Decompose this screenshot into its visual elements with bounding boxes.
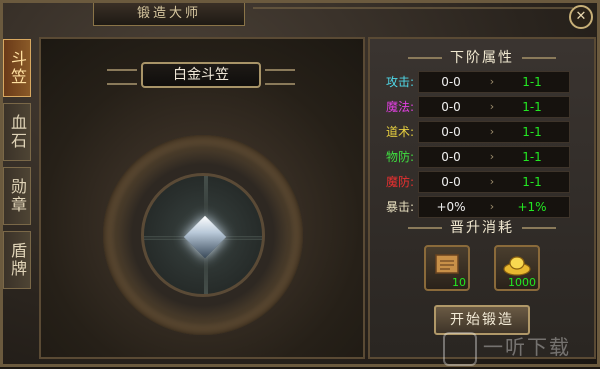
attributes-panel: 下阶属性 攻击: 0-0 › 1-1 魔法: 0-0 › 1-1 道术: 0-0 › 1-1 物防: 0-…: [368, 37, 596, 359]
attr-row: 物防: 0-0 › 1-1: [378, 146, 592, 168]
attr-next: 1-1: [522, 175, 542, 189]
cost-slot-scroll[interactable]: 10: [424, 245, 470, 291]
cost-qty-gold: 1000: [508, 276, 536, 289]
watermark-logo-icon: [443, 331, 477, 366]
cost-qty-scroll: 10: [452, 276, 466, 289]
attr-current: 0-0: [441, 75, 461, 89]
plate-wing-right: [265, 69, 295, 85]
cost-slot-gold[interactable]: 1000: [494, 245, 540, 291]
title-flourish: [408, 227, 442, 229]
tab-bloodstone[interactable]: 血石: [3, 103, 31, 161]
attr-row: 魔防: 0-0 › 1-1: [378, 171, 592, 193]
attr-next: 1-1: [522, 150, 542, 164]
watermark-text: 一听下载: [483, 335, 571, 359]
watermark: 一听下载: [443, 325, 600, 369]
attr-label: 魔防:: [385, 175, 414, 189]
attr-label: 道术:: [385, 125, 414, 139]
gem-icon: [183, 215, 227, 259]
attr-current: +0%: [436, 200, 466, 214]
cost-title: 晋升消耗: [370, 217, 594, 239]
plate-wing-left: [107, 69, 137, 85]
attr-next: 1-1: [522, 75, 542, 89]
forge-ring: [103, 135, 303, 335]
attr-next: +1%: [517, 200, 547, 214]
forge-window: 锻造大师 ✕ 斗笠 血石 勋章 盾牌 白金斗笠 下阶属性 攻击: 0-0 › 1-1 魔…: [0, 0, 600, 367]
title-flourish: [408, 57, 442, 59]
attr-row: 攻击: 0-0 › 1-1: [378, 71, 592, 93]
next-attrs-title-text: 下阶属性: [450, 50, 514, 66]
tab-medal[interactable]: 勋章: [3, 167, 31, 225]
attr-next: 1-1: [522, 100, 542, 114]
arrow-right-icon: ›: [489, 125, 495, 138]
attr-row: 道术: 0-0 › 1-1: [378, 121, 592, 143]
attr-next: 1-1: [522, 125, 542, 139]
tab-shield[interactable]: 盾牌: [3, 231, 31, 289]
title-flourish: [522, 57, 556, 59]
cost-title-text: 晋升消耗: [450, 220, 514, 236]
tab-hat[interactable]: 斗笠: [3, 39, 31, 97]
attr-current: 0-0: [441, 100, 461, 114]
side-tabs: 斗笠 血石 勋章 盾牌: [3, 39, 33, 295]
attr-row: 暴击: +0% › +1%: [378, 196, 592, 218]
gold-ingot-icon: [503, 256, 531, 276]
window-title: 锻造大师: [93, 3, 245, 26]
item-name: 白金斗笠: [141, 62, 261, 88]
attr-label: 攻击:: [385, 75, 414, 89]
arrow-right-icon: ›: [489, 100, 495, 113]
arrow-right-icon: ›: [489, 150, 495, 163]
attr-label: 物防:: [385, 150, 414, 164]
arrow-right-icon: ›: [489, 75, 495, 88]
attr-current: 0-0: [441, 125, 461, 139]
attr-label: 魔法:: [385, 100, 414, 114]
attr-row: 魔法: 0-0 › 1-1: [378, 96, 592, 118]
arrow-right-icon: ›: [489, 175, 495, 188]
attr-label: 暴击:: [385, 200, 414, 214]
item-display-panel: 白金斗笠: [39, 37, 365, 359]
item-slot[interactable]: [141, 173, 265, 297]
attr-current: 0-0: [441, 175, 461, 189]
title-decoration: [253, 7, 573, 17]
attr-current: 0-0: [441, 150, 461, 164]
scroll-icon: [435, 254, 459, 274]
next-attrs-title: 下阶属性: [370, 47, 594, 69]
title-flourish: [522, 227, 556, 229]
close-button[interactable]: ✕: [569, 5, 593, 29]
arrow-right-icon: ›: [489, 200, 495, 213]
